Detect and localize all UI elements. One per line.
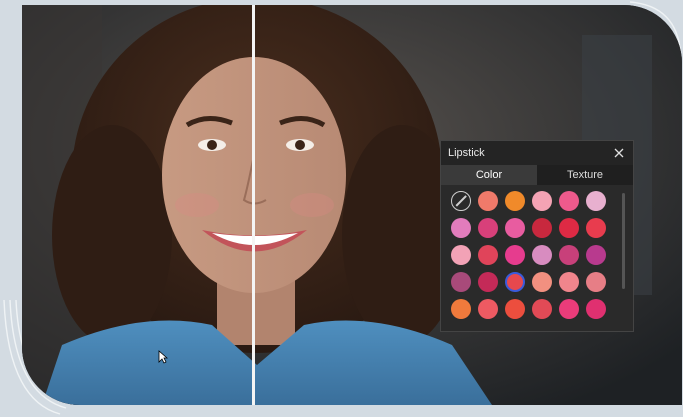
color-swatch[interactable] xyxy=(478,272,498,292)
close-button[interactable] xyxy=(612,146,626,160)
color-swatch[interactable] xyxy=(451,245,471,265)
close-icon xyxy=(614,148,624,158)
color-swatch[interactable] xyxy=(559,191,579,211)
tab-texture[interactable]: Texture xyxy=(537,165,633,185)
panel-tabs: Color Texture xyxy=(441,165,633,185)
lipstick-panel: Lipstick Color Texture xyxy=(440,140,634,332)
color-swatch[interactable] xyxy=(532,272,552,292)
color-swatch[interactable] xyxy=(532,191,552,211)
color-swatch[interactable] xyxy=(451,272,471,292)
color-swatch[interactable] xyxy=(559,272,579,292)
color-swatch[interactable] xyxy=(586,191,606,211)
color-swatch[interactable] xyxy=(559,299,579,319)
panel-title: Lipstick xyxy=(448,147,485,159)
color-swatch[interactable] xyxy=(559,218,579,238)
color-swatch[interactable] xyxy=(505,245,525,265)
color-swatch[interactable] xyxy=(505,272,525,292)
color-swatch-grid xyxy=(451,191,633,319)
color-swatch[interactable] xyxy=(532,218,552,238)
color-swatch[interactable] xyxy=(559,245,579,265)
color-swatch[interactable] xyxy=(451,218,471,238)
color-swatch[interactable] xyxy=(586,218,606,238)
swatch-scrollbar[interactable] xyxy=(622,193,625,289)
color-swatch[interactable] xyxy=(505,218,525,238)
color-swatch[interactable] xyxy=(478,218,498,238)
color-swatch[interactable] xyxy=(505,191,525,211)
color-swatch[interactable] xyxy=(505,299,525,319)
color-swatch[interactable] xyxy=(586,272,606,292)
swatch-area xyxy=(441,185,633,319)
color-swatch[interactable] xyxy=(451,299,471,319)
no-color-swatch[interactable] xyxy=(451,191,471,211)
tab-color[interactable]: Color xyxy=(441,165,537,185)
mouse-pointer-icon xyxy=(158,350,168,364)
color-swatch[interactable] xyxy=(532,299,552,319)
color-swatch[interactable] xyxy=(478,299,498,319)
color-swatch[interactable] xyxy=(478,245,498,265)
color-swatch[interactable] xyxy=(532,245,552,265)
color-swatch[interactable] xyxy=(586,245,606,265)
comparison-split-handle[interactable] xyxy=(252,5,255,405)
color-swatch[interactable] xyxy=(478,191,498,211)
color-swatch[interactable] xyxy=(586,299,606,319)
panel-header: Lipstick xyxy=(441,141,633,165)
